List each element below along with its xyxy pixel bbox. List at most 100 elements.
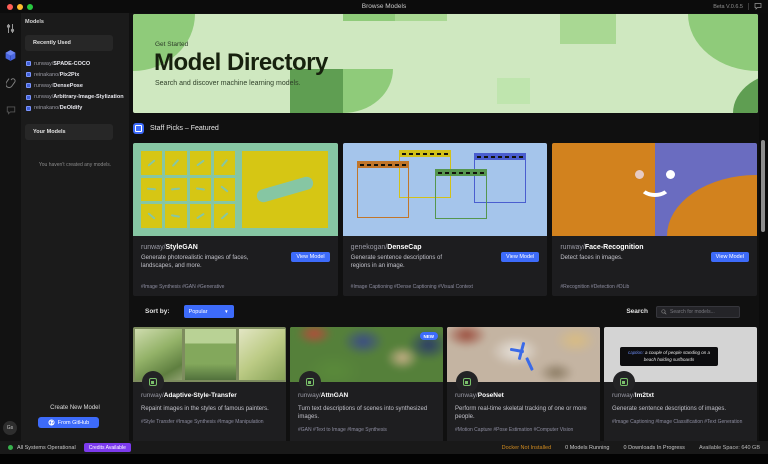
model-name: runway/StyleGAN (141, 244, 198, 251)
face-recognition-cover-art (552, 143, 758, 236)
hero-subtitle: Search and discover machine learning mod… (155, 80, 301, 87)
icon-rail: Gs (0, 13, 21, 464)
featured-card-stylegan[interactable]: runway/StyleGAN Generate photorealistic … (133, 143, 338, 296)
model-description: Generate photorealistic images of faces,… (141, 255, 249, 269)
featured-card-face-recognition[interactable]: runway/Face-Recognition Detect faces in … (552, 143, 758, 296)
search-input[interactable] (670, 308, 735, 315)
model-card-posenet[interactable]: runway/PoseNet Perform real-time skeleta… (447, 327, 600, 454)
sort-search-toolbar: Sort by: Popular ▼ Search (133, 304, 757, 319)
models-running-status: 0 Models Running (565, 444, 610, 451)
model-description: Turn text descriptions of scenes into sy… (298, 406, 428, 420)
system-status-dot (8, 445, 13, 450)
model-description: Generate sentence descriptions of region… (350, 255, 443, 269)
sort-dropdown[interactable]: Popular ▼ (183, 305, 234, 318)
credits-badge[interactable]: Credits Available (83, 443, 131, 452)
empty-models-text: You haven't created any models. (38, 161, 112, 168)
status-bar-right: Docker Not Installed 0 Models Running 0 … (502, 445, 760, 451)
view-model-button[interactable]: View Model (501, 252, 540, 262)
sort-by-label: Sort by: (145, 308, 170, 315)
workspace-sliders-icon[interactable] (3, 21, 18, 36)
sidebar-item-pix2pix[interactable]: reinakano/Pix2Pix (21, 69, 129, 80)
model-tags: #Image Synthesis #GAN #Generative (141, 284, 225, 290)
caption-example: caption: a couple of people standing on … (620, 347, 718, 367)
staff-picks-icon (133, 123, 144, 134)
model-tags: #GAN #Text to Image #Image Synthesis (298, 426, 387, 433)
feedback-icon[interactable] (754, 2, 762, 12)
featured-card-densecap[interactable]: genekogan/DenseCap Generate sentence des… (342, 143, 548, 296)
view-model-button[interactable]: View Model (710, 252, 750, 262)
browse-models-content: Get Started Model Directory Search and d… (129, 13, 768, 464)
model-type-icon (613, 371, 635, 393)
model-type-icon (142, 371, 164, 393)
model-cube-icon (26, 83, 31, 89)
hero-shape (688, 14, 758, 71)
version-label: Beta V.0.6.5 (713, 3, 743, 10)
new-badge: NEW (419, 332, 438, 340)
hero-shape (733, 71, 758, 113)
model-type-icon (299, 371, 321, 393)
model-card-im2txt[interactable]: caption: a couple of people standing on … (604, 327, 757, 454)
model-name: genekogan/DenseCap (350, 244, 422, 251)
runway-app-window: Browse Models Beta V.0.6.5 Gs Models Rec… (0, 0, 768, 464)
model-description: Detect faces in images. (560, 255, 623, 261)
github-icon (48, 419, 55, 426)
chevron-down-icon: ▼ (224, 309, 229, 314)
model-card-adaptive-style-transfer[interactable]: runway/Adaptive-Style-Transfer Repaint i… (133, 327, 286, 454)
user-avatar[interactable]: Gs (3, 421, 17, 435)
sidebar-item-spade-coco[interactable]: runway/SPADE-COCO (21, 58, 129, 69)
models-sidebar: Models Recently Used runway/SPADE-COCO r… (21, 13, 129, 464)
window-bottom-edge (0, 454, 768, 464)
sidebar-item-densepose[interactable]: runway/DensePose (21, 80, 129, 91)
titlebar-divider (748, 3, 749, 10)
search-icon (661, 308, 667, 314)
model-tags: #Image Captioning #Dense Captioning #Vis… (350, 284, 473, 290)
titlebar: Browse Models Beta V.0.6.5 (0, 0, 768, 13)
model-name: runway/Im2txt (612, 392, 654, 399)
hero-shape (395, 14, 447, 21)
model-tags: #Style Transfer #Image Synthesis #Image … (141, 418, 264, 425)
recently-used-header[interactable]: Recently Used (25, 35, 113, 51)
hero-shape (497, 78, 530, 104)
hero-shape (560, 14, 616, 44)
scrollbar-thumb[interactable] (761, 140, 765, 232)
model-card-attngan[interactable]: NEW runway/AttnGAN Turn text description… (290, 327, 443, 454)
paperclip-icon[interactable] (3, 75, 18, 90)
model-name: runway/AttnGAN (298, 392, 349, 399)
sidebar-item-deoldify[interactable]: reinakano/DeOldify (21, 103, 129, 114)
model-tags: #Recognition #Detection #DLib (560, 284, 630, 290)
model-name: runway/Face-Recognition (560, 244, 644, 251)
stylegan-cover-art (133, 143, 338, 236)
model-cards-row: runway/Adaptive-Style-Transfer Repaint i… (133, 327, 757, 454)
recent-models-list: runway/SPADE-COCO reinakano/Pix2Pix runw… (21, 58, 129, 114)
hero-shape (343, 14, 395, 21)
available-space-status: Available Space: 640 GB (698, 444, 760, 451)
model-name: runway/PoseNet (455, 392, 504, 399)
search-box (656, 305, 740, 318)
model-name: runway/Adaptive-Style-Transfer (141, 392, 237, 399)
model-cube-icon (26, 72, 31, 78)
sidebar-item-arbitrary-image-stylization[interactable]: runway/Arbitrary-Image-Stylization (21, 92, 129, 103)
status-bar: All Systems Operational Credits Availabl… (0, 441, 768, 454)
staff-picks-heading: Staff Picks – Featured (133, 123, 219, 134)
your-models-header[interactable]: Your Models (25, 123, 113, 140)
staff-picks-label: Staff Picks – Featured (150, 125, 219, 132)
model-cube-icon (26, 105, 31, 111)
hero-banner: Get Started Model Directory Search and d… (133, 14, 758, 113)
create-new-model-label: Create New Model (50, 405, 100, 411)
from-github-button[interactable]: From GitHub (38, 417, 99, 428)
model-description: Perform real-time skeletal tracking of o… (455, 406, 587, 420)
model-tags: #Image Captioning #Image Classification … (612, 418, 743, 425)
model-cube-icon (26, 94, 31, 100)
hero-eyebrow: Get Started (155, 41, 189, 48)
densecap-cover-art (342, 143, 548, 236)
model-description: Repaint images in the styles of famous p… (141, 406, 269, 412)
system-status-label: All Systems Operational (17, 444, 76, 451)
models-cube-icon[interactable] (3, 48, 18, 63)
downloads-status: 0 Downloads In Progress (623, 444, 685, 451)
model-tags: #Motion Capture #Pose Estimation #Comput… (455, 426, 574, 433)
chat-icon[interactable] (3, 102, 18, 117)
model-cube-icon (26, 61, 31, 67)
view-model-button[interactable]: View Model (291, 252, 330, 262)
docker-status[interactable]: Docker Not Installed (502, 445, 552, 451)
scrollbar-track[interactable] (759, 13, 768, 464)
